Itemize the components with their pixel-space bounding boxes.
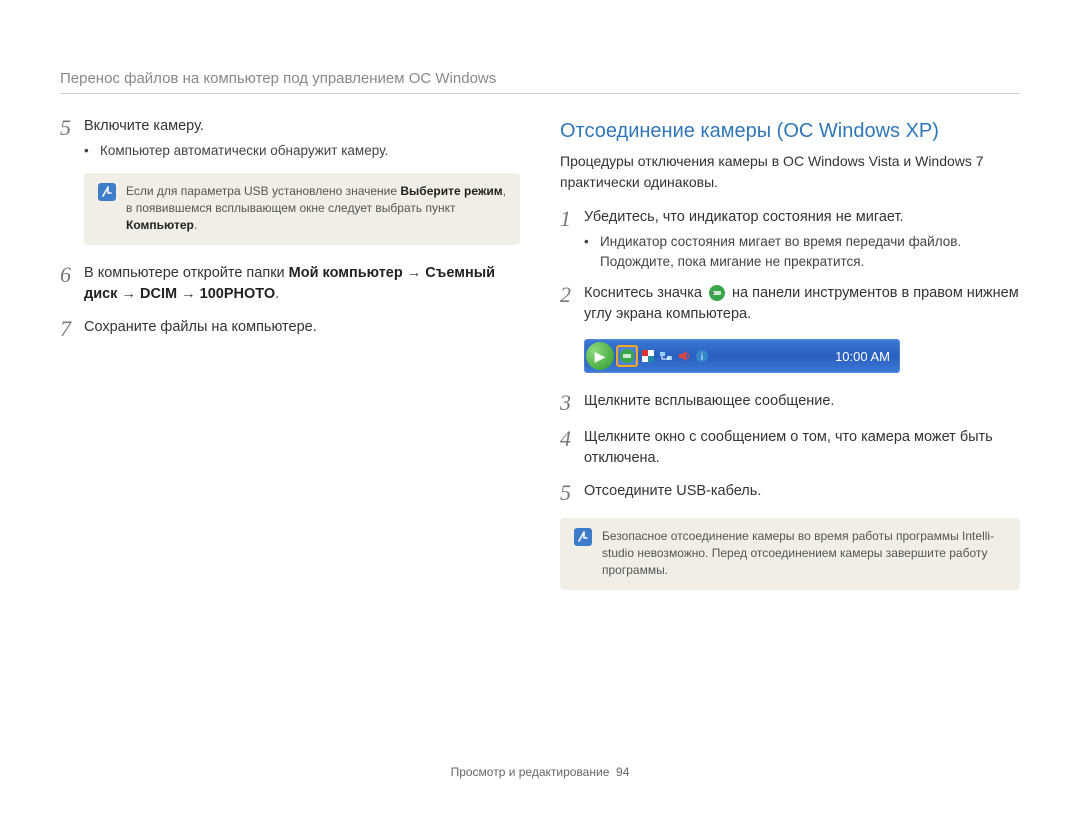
footer-label: Просмотр и редактирование (451, 765, 610, 779)
bullet-text: Индикатор состояния мигает во время пере… (600, 232, 1020, 271)
step-number: 4 (560, 427, 584, 451)
step-bullet: • Компьютер автоматически обнаружит каме… (84, 141, 520, 161)
note-text: Если для параметра USB установлено значе… (126, 183, 506, 235)
tray-network-icon (658, 348, 674, 364)
system-tray: i (616, 345, 710, 367)
step-number: 6 (60, 263, 84, 287)
footer-page: 94 (616, 765, 629, 779)
right-step-3: 3 Щелкните всплывающее сообщение. (560, 391, 1020, 415)
step-text: Включите камеру. (84, 116, 520, 137)
bullet-text: Компьютер автоматически обнаружит камеру… (100, 141, 388, 161)
right-note-box: Безопасное отсоединение камеры во время … (560, 518, 1020, 590)
right-step-5: 5 Отсоедините USB-кабель. (560, 481, 1020, 505)
start-button-icon: ▶ (586, 342, 614, 370)
note-icon (574, 528, 592, 546)
svg-text:i: i (701, 352, 703, 363)
step-number: 5 (60, 116, 84, 140)
page-footer: Просмотр и редактирование 94 (0, 765, 1080, 779)
step-number: 5 (560, 481, 584, 505)
note-text: Безопасное отсоединение камеры во время … (602, 528, 1006, 580)
step-number: 3 (560, 391, 584, 415)
left-column: 5 Включите камеру. • Компьютер автоматич… (60, 116, 520, 608)
step-bullet: • Индикатор состояния мигает во время пе… (584, 232, 1020, 271)
right-step-2: 2 Коснитесь значка на панели инструменто… (560, 283, 1020, 325)
section-title: Отсоединение камеры (ОС Windows XP) (560, 120, 1020, 143)
right-step-1: 1 Убедитесь, что индикатор состояния не … (560, 207, 1020, 271)
step-text: Отсоедините USB-кабель. (584, 481, 1020, 502)
page-header: Перенос файлов на компьютер под управлен… (60, 70, 1020, 94)
step-number: 1 (560, 207, 584, 231)
left-step-5: 5 Включите камеру. • Компьютер автоматич… (60, 116, 520, 161)
taskbar-clock: 10:00 AM (835, 349, 890, 364)
step-text: Сохраните файлы на компьютере. (84, 317, 520, 338)
tray-shield-icon (640, 348, 656, 364)
xp-taskbar: ▶ i 10:00 AM (584, 339, 900, 373)
tray-volume-icon (676, 348, 692, 364)
step-number: 7 (60, 317, 84, 341)
step-text: Щелкните окно с сообщением о том, что ка… (584, 427, 1020, 469)
right-column: Отсоединение камеры (ОС Windows XP) Проц… (560, 116, 1020, 608)
left-note-box: Если для параметра USB установлено значе… (84, 173, 520, 245)
step-number: 2 (560, 283, 584, 307)
tray-highlight (616, 345, 638, 367)
left-step-7: 7 Сохраните файлы на компьютере. (60, 317, 520, 341)
right-step-4: 4 Щелкните окно с сообщением о том, что … (560, 427, 1020, 469)
left-step-6: 6 В компьютере откройте папки Мой компью… (60, 263, 520, 305)
note-icon (98, 183, 116, 201)
step-text: Щелкните всплывающее сообщение. (584, 391, 1020, 412)
step-text: Убедитесь, что индикатор состояния не ми… (584, 207, 1020, 228)
tray-info-icon: i (694, 348, 710, 364)
safely-remove-icon (708, 284, 726, 302)
safely-remove-tray-icon (619, 348, 635, 364)
section-intro: Процедуры отключения камеры в ОС Windows… (560, 151, 1020, 193)
